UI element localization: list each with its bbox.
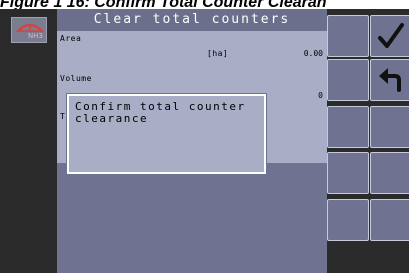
softkey-blank-5[interactable] <box>327 152 369 194</box>
softkey-blank-2[interactable] <box>327 59 369 101</box>
softkey-blank-4[interactable] <box>370 106 409 148</box>
row-label: Volume <box>60 74 92 83</box>
dialog-line-2: clearance <box>75 112 149 125</box>
left-rail: NH3 <box>0 9 57 273</box>
row-unit: [ha] <box>207 49 229 58</box>
back-arrow-icon <box>379 68 401 92</box>
main-panel: Clear total counters Area [ha] 0.00 Volu… <box>57 9 327 273</box>
crop-tag: NH3 <box>28 32 43 40</box>
crop-selector[interactable]: NH3 <box>11 17 47 43</box>
confirm-button[interactable] <box>370 15 409 57</box>
row-value: 0 <box>318 91 323 100</box>
softkey-blank-1[interactable] <box>327 15 369 57</box>
empty-area <box>57 163 327 273</box>
confirm-dialog[interactable]: Confirm total counter clearance <box>67 94 266 174</box>
softkey-grid <box>327 9 409 273</box>
row-label: T <box>60 112 66 121</box>
row-value: 0.00 <box>303 49 323 58</box>
softkey-blank-6[interactable] <box>370 152 409 194</box>
page-title: Clear total counters <box>57 9 327 31</box>
dialog-message: Confirm total counter clearance <box>75 101 246 125</box>
row-area: Area [ha] 0.00 <box>57 31 327 70</box>
terminal-screen: NH3 Clear total counters Area [ha] 0.00 … <box>0 9 409 273</box>
back-button[interactable] <box>370 59 409 101</box>
softkey-blank-7[interactable] <box>327 199 369 241</box>
row-label: Area <box>60 34 82 43</box>
softkey-blank-8[interactable] <box>370 199 409 241</box>
softkey-blank-3[interactable] <box>327 106 369 148</box>
checkmark-icon <box>378 23 404 48</box>
